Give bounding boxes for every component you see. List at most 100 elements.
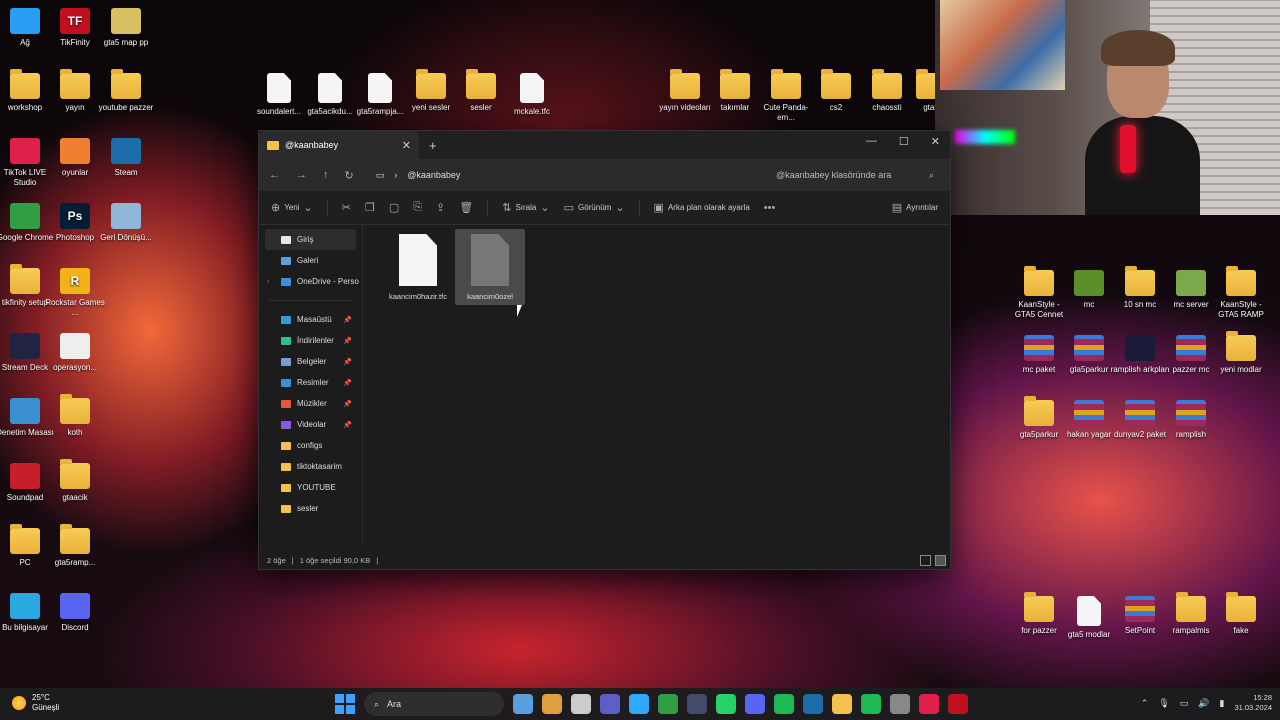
spotify-icon[interactable] bbox=[774, 694, 794, 714]
nav-item[interactable]: Videolar 📌 bbox=[259, 414, 362, 435]
desktop-icon[interactable]: gtaacik bbox=[44, 459, 106, 503]
photoshop-icon[interactable] bbox=[629, 694, 649, 714]
item-count: 2 öğe bbox=[267, 556, 286, 565]
sort-icon: ⇅ bbox=[502, 202, 512, 214]
nav-item[interactable]: › OneDrive - Perso bbox=[259, 271, 362, 292]
nav-item-label: Resimler bbox=[297, 378, 329, 387]
spotify-icon[interactable] bbox=[861, 694, 881, 714]
cut-button[interactable]: ✂ bbox=[342, 201, 351, 214]
more-options-button[interactable]: ••• bbox=[764, 202, 776, 214]
nav-item[interactable]: Giriş bbox=[265, 229, 356, 250]
desktop-icon[interactable]: fake bbox=[1210, 592, 1272, 636]
nav-item[interactable]: Müzikler 📌 bbox=[259, 393, 362, 414]
copilot-icon[interactable] bbox=[542, 694, 562, 714]
desktop-icon bbox=[281, 315, 291, 324]
tab-title: @kaanbabey bbox=[285, 140, 339, 150]
chrome-icon[interactable] bbox=[658, 694, 678, 714]
new-button[interactable]: ⊕ Yeni ⌄ bbox=[271, 201, 313, 214]
set-background-button[interactable]: ▣ Arka plan olarak ayarla bbox=[654, 201, 750, 214]
desktop-icon[interactable]: ramplish bbox=[1160, 400, 1222, 440]
file-item[interactable]: kaancim0ozel bbox=[455, 229, 525, 305]
network-icon[interactable]: ▭ bbox=[1180, 698, 1189, 709]
new-tab-button[interactable]: + bbox=[429, 138, 437, 153]
details-button[interactable]: ▤ Ayrıntılar bbox=[892, 201, 938, 214]
desktop-icon[interactable]: gta5ramp... bbox=[44, 524, 106, 568]
desktop-icon[interactable]: youtube pazzer bbox=[95, 69, 157, 113]
whatsapp-icon[interactable] bbox=[716, 694, 736, 714]
rename-button[interactable]: ⎘ bbox=[413, 201, 422, 214]
teams-icon[interactable] bbox=[600, 694, 620, 714]
sort-button[interactable]: ⇅ Sırala ⌄ bbox=[502, 201, 549, 214]
desktop-icon[interactable]: mckale.tfc bbox=[501, 73, 563, 117]
desktop-icon[interactable]: R Rockstar Games ... bbox=[44, 268, 106, 318]
task-view-icon[interactable] bbox=[571, 694, 591, 714]
share-icon: ⇪ bbox=[436, 202, 446, 214]
file-item[interactable]: kaancim0hazir.tfc bbox=[383, 229, 453, 304]
address-box[interactable]: ▭ › @kaanbabey bbox=[370, 164, 690, 186]
delete-button[interactable]: 🗑 bbox=[459, 201, 473, 214]
nav-item[interactable]: YOUTUBE bbox=[259, 477, 362, 498]
taskbar-search[interactable]: ⌕ Ara bbox=[364, 692, 504, 716]
desktop-icon[interactable]: Steam bbox=[95, 138, 157, 178]
view-button[interactable]: ▭ Görünüm ⌄ bbox=[564, 201, 625, 214]
start-button[interactable] bbox=[335, 694, 355, 714]
chevron-right-icon[interactable]: › bbox=[267, 278, 269, 285]
battery-icon[interactable]: ▮ bbox=[1220, 698, 1225, 709]
minimize-button[interactable]: — bbox=[866, 135, 877, 148]
desktop-icon[interactable]: Geri Dönüşü... bbox=[95, 203, 157, 243]
nav-item[interactable]: Masaüstü 📌 bbox=[259, 309, 362, 330]
file-explorer-icon[interactable] bbox=[832, 694, 852, 714]
desktop-icon[interactable]: Discord bbox=[44, 593, 106, 633]
tiktok-icon[interactable] bbox=[919, 694, 939, 714]
folder-icon bbox=[60, 394, 90, 424]
desktop-icon[interactable]: yeni modlar bbox=[1210, 331, 1272, 375]
nav-item[interactable]: Galeri bbox=[259, 250, 362, 271]
tab-kaanbabey[interactable]: @kaanbabey ✕ bbox=[259, 131, 419, 159]
nav-item[interactable]: Belgeler 📌 bbox=[259, 351, 362, 372]
folder-icon bbox=[872, 69, 902, 99]
media-icon[interactable] bbox=[687, 694, 707, 714]
tikfinity-icon[interactable] bbox=[948, 694, 968, 714]
desktop-icon[interactable]: KaanStyle - GTA5 RAMP bbox=[1210, 266, 1272, 320]
steam-icon[interactable] bbox=[803, 694, 823, 714]
tiles-view-button[interactable] bbox=[935, 555, 946, 566]
rar-icon bbox=[1074, 400, 1104, 426]
nav-item[interactable]: Resimler 📌 bbox=[259, 372, 362, 393]
details-view-button[interactable] bbox=[920, 555, 931, 566]
up-button[interactable]: ↑ bbox=[323, 169, 329, 181]
desktop-icon[interactable]: gta5 map pp bbox=[95, 8, 157, 48]
microphone-icon[interactable]: 🎙 bbox=[1158, 698, 1169, 709]
discord-icon[interactable] bbox=[745, 694, 765, 714]
weather-widget[interactable]: 25°C Güneşli bbox=[12, 693, 59, 713]
back-button[interactable]: ← bbox=[269, 169, 280, 181]
navigation-pane: Giriş Galeri › OneDrive - Perso Masaüstü 📌 İnd… bbox=[259, 225, 363, 545]
gallery-icon bbox=[281, 256, 291, 265]
clock[interactable]: 15:28 31.03.2024 bbox=[1234, 693, 1272, 713]
share-button[interactable]: ⇪ bbox=[436, 201, 445, 214]
file-icon bbox=[318, 73, 342, 103]
nav-item[interactable]: sesler bbox=[259, 498, 362, 519]
copy-button[interactable]: ❐ bbox=[365, 201, 375, 214]
folder-icon bbox=[60, 69, 90, 99]
nav-item-label: OneDrive - Perso bbox=[297, 277, 359, 286]
desktop-icon[interactable]: koth bbox=[44, 394, 106, 438]
view-label: Görünüm bbox=[577, 203, 612, 212]
forward-button[interactable]: → bbox=[296, 169, 307, 181]
search-input[interactable]: @kaanbabey klasöründe ara ⌕ bbox=[770, 164, 940, 186]
nav-item[interactable]: tiktoktasarim bbox=[259, 456, 362, 477]
paste-button[interactable]: ▢ bbox=[389, 201, 399, 214]
folder-icon bbox=[416, 69, 446, 99]
desktop-icon[interactable]: operasyon... bbox=[44, 333, 106, 373]
nav-item[interactable]: İndirilenler 📌 bbox=[259, 330, 362, 351]
widgets-icon[interactable] bbox=[513, 694, 533, 714]
chevron-up-icon[interactable]: ⌃ bbox=[1141, 698, 1149, 709]
maximize-button[interactable]: ☐ bbox=[899, 135, 909, 148]
tab-bar: @kaanbabey ✕ + — ☐ ✕ bbox=[259, 131, 950, 159]
close-tab-icon[interactable]: ✕ bbox=[402, 139, 411, 152]
close-window-button[interactable]: ✕ bbox=[931, 135, 940, 148]
chrome-icon[interactable] bbox=[890, 694, 910, 714]
refresh-button[interactable]: ↻ bbox=[345, 169, 354, 182]
nav-item[interactable]: configs bbox=[259, 435, 362, 456]
volume-icon[interactable]: 🔊 bbox=[1198, 698, 1209, 709]
address-path: @kaanbabey bbox=[407, 170, 461, 180]
